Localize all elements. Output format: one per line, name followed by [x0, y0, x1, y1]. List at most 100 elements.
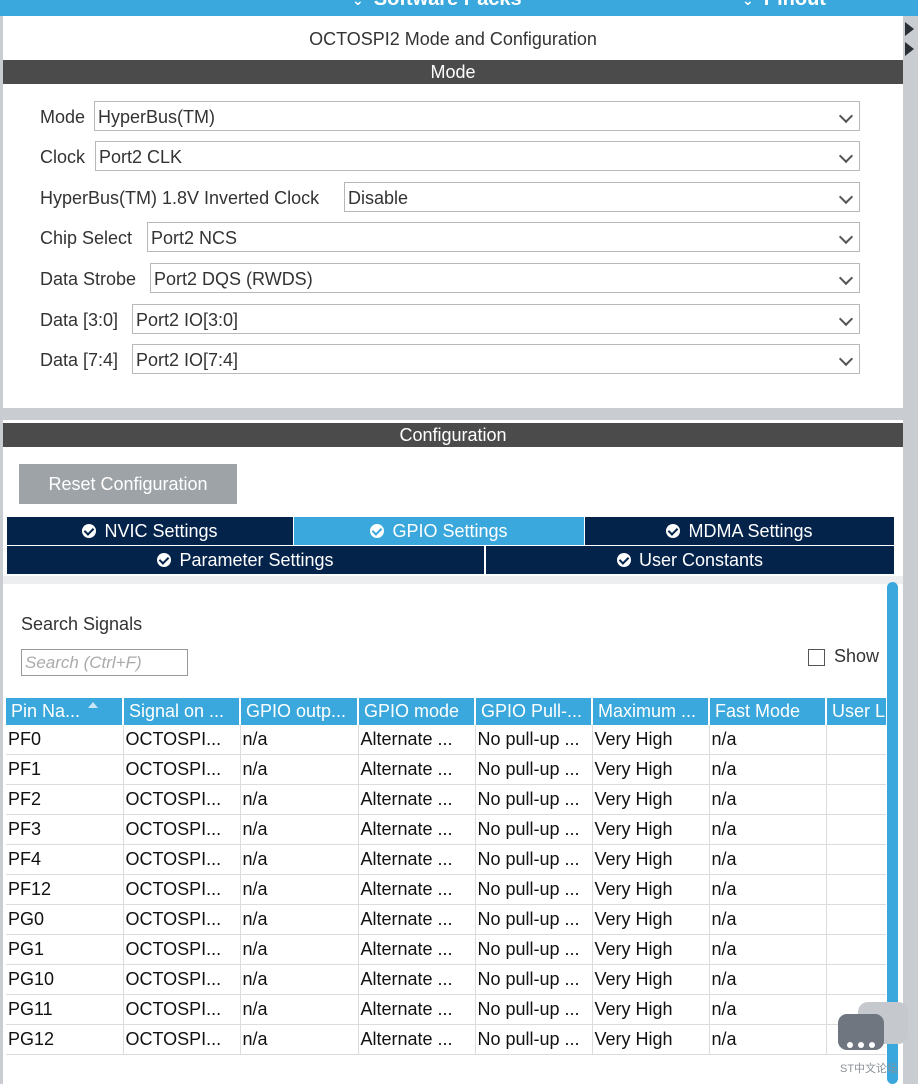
- mode-section-header: Mode: [3, 60, 903, 84]
- table-cell: OCTOSPI...: [123, 934, 241, 965]
- table-cell: n/a: [709, 844, 827, 875]
- check-circle-icon: [82, 524, 97, 538]
- inverted-clock-label: HyperBus(TM) 1.8V Inverted Clock: [40, 188, 320, 208]
- table-row[interactable]: PG11 OCTOSPI... n/a Alternate ... No pull-up…: [6, 994, 886, 1025]
- table-cell: OCTOSPI...: [123, 964, 241, 995]
- reset-configuration-button[interactable]: Reset Configuration: [19, 464, 237, 504]
- table-row[interactable]: PF12 OCTOSPI... n/a Alternate ... No pull-up…: [6, 874, 886, 905]
- table-cell: Alternate ...: [358, 994, 476, 1025]
- show-checkbox[interactable]: [808, 649, 825, 666]
- table-row[interactable]: PG1 OCTOSPI... n/a Alternate ... No pull-up …: [6, 934, 886, 965]
- table-row[interactable]: PF2 OCTOSPI... n/a Alternate ... No pull-up …: [6, 784, 886, 815]
- column-header-user-label[interactable]: User L: [826, 698, 886, 725]
- table-cell: OCTOSPI...: [123, 994, 241, 1025]
- table-cell: PF12: [6, 874, 124, 905]
- table-cell: OCTOSPI...: [123, 814, 241, 845]
- data-7-4-select[interactable]: Port2 IO[7:4]: [132, 344, 860, 374]
- table-cell: PF3: [6, 814, 124, 845]
- table-cell: Very High: [592, 874, 710, 905]
- tab-gpio-settings[interactable]: GPIO Settings: [294, 517, 584, 545]
- table-cell: PG1: [6, 934, 124, 965]
- inverted-clock-select[interactable]: Disable: [344, 182, 860, 212]
- table-row[interactable]: PF0 OCTOSPI... n/a Alternate ... No pull-up …: [6, 725, 886, 755]
- chevron-down-icon: ⌄: [352, 0, 364, 8]
- table-row[interactable]: PF1 OCTOSPI... n/a Alternate ... No pull-up …: [6, 754, 886, 785]
- table-cell: No pull-up ...: [475, 904, 593, 935]
- top-toolbar: ⌄Software Packs ⌄Pinout: [0, 0, 918, 16]
- tab-user-constants[interactable]: User Constants: [486, 546, 894, 574]
- table-cell: No pull-up ...: [475, 725, 593, 755]
- pinout-menu[interactable]: ⌄Pinout: [742, 0, 826, 11]
- table-cell: n/a: [240, 814, 359, 845]
- data-3-0-select[interactable]: Port2 IO[3:0]: [132, 304, 860, 334]
- column-header-gpio-output[interactable]: GPIO outp...: [240, 698, 359, 725]
- table-cell: [826, 964, 886, 995]
- table-cell: Alternate ...: [358, 784, 476, 815]
- table-cell: No pull-up ...: [475, 874, 593, 905]
- chevron-down-icon: [838, 229, 854, 245]
- table-cell: PG0: [6, 904, 124, 935]
- table-cell: No pull-up ...: [475, 964, 593, 995]
- table-row[interactable]: PF3 OCTOSPI... n/a Alternate ... No pull-up …: [6, 814, 886, 845]
- search-signals-label: Search Signals: [21, 614, 143, 634]
- column-header-gpio-pull[interactable]: GPIO Pull-...: [475, 698, 593, 725]
- collapse-arrow-icon[interactable]: [905, 22, 914, 36]
- tab-parameter-settings[interactable]: Parameter Settings: [7, 546, 484, 574]
- clock-select[interactable]: Port2 CLK: [95, 141, 860, 171]
- search-signals-input[interactable]: [21, 649, 188, 676]
- column-header-gpio-mode[interactable]: GPIO mode: [358, 698, 476, 725]
- column-header-fast-mode[interactable]: Fast Mode: [709, 698, 827, 725]
- table-cell: n/a: [709, 994, 827, 1025]
- table-cell: n/a: [240, 784, 359, 815]
- table-cell: n/a: [240, 994, 359, 1025]
- table-cell: Very High: [592, 1024, 710, 1055]
- chevron-down-icon: ⌄: [742, 0, 754, 8]
- forum-logo: ST中文论坛: [838, 1002, 910, 1082]
- expand-arrow-icon[interactable]: [905, 42, 914, 56]
- forum-watermark-text: ST中文论坛: [840, 1063, 899, 1075]
- table-row[interactable]: PG0 OCTOSPI... n/a Alternate ... No pull-up …: [6, 904, 886, 935]
- table-cell: [826, 874, 886, 905]
- table-cell: n/a: [240, 964, 359, 995]
- check-circle-icon: [616, 553, 631, 567]
- mode-label: Mode: [40, 107, 86, 127]
- table-cell: n/a: [709, 1024, 827, 1055]
- data-strobe-label: Data Strobe: [40, 269, 137, 289]
- table-cell: OCTOSPI...: [123, 904, 241, 935]
- chevron-down-icon: [838, 108, 854, 124]
- table-row[interactable]: PG10 OCTOSPI... n/a Alternate ... No pull-up…: [6, 964, 886, 995]
- table-cell: OCTOSPI...: [123, 754, 241, 785]
- table-header-row: Pin Na... Signal on ... GPIO outp... GPI…: [6, 698, 886, 725]
- table-cell: n/a: [240, 1024, 359, 1055]
- table-cell: OCTOSPI...: [123, 1024, 241, 1055]
- chip-select-select[interactable]: Port2 NCS: [147, 222, 860, 252]
- software-packs-menu[interactable]: ⌄Software Packs: [352, 0, 522, 11]
- table-cell: No pull-up ...: [475, 754, 593, 785]
- table-cell: No pull-up ...: [475, 814, 593, 845]
- tab-nvic-settings[interactable]: NVIC Settings: [7, 517, 293, 545]
- table-row[interactable]: PF4 OCTOSPI... n/a Alternate ... No pull-up …: [6, 844, 886, 875]
- table-cell: Very High: [592, 784, 710, 815]
- table-cell: [826, 904, 886, 935]
- data-strobe-select[interactable]: Port2 DQS (RWDS): [150, 263, 860, 293]
- mode-select[interactable]: HyperBus(TM): [94, 101, 860, 131]
- table-cell: Alternate ...: [358, 964, 476, 995]
- table-row[interactable]: PG12 OCTOSPI... n/a Alternate ... No pull-up…: [6, 1024, 886, 1055]
- table-cell: n/a: [709, 904, 827, 935]
- table-cell: n/a: [709, 874, 827, 905]
- table-cell: n/a: [709, 754, 827, 785]
- table-cell: Alternate ...: [358, 754, 476, 785]
- chat-bubble-icon: [838, 1014, 884, 1050]
- table-cell: n/a: [240, 754, 359, 785]
- table-cell: Very High: [592, 725, 710, 755]
- table-cell: Alternate ...: [358, 934, 476, 965]
- table-cell: OCTOSPI...: [123, 874, 241, 905]
- column-header-signal[interactable]: Signal on ...: [123, 698, 241, 725]
- chevron-down-icon: [838, 189, 854, 205]
- column-header-pin-name[interactable]: Pin Na...: [6, 698, 124, 725]
- tab-mdma-settings[interactable]: MDMA Settings: [585, 517, 894, 545]
- column-header-maximum[interactable]: Maximum ...: [592, 698, 710, 725]
- table-cell: Very High: [592, 754, 710, 785]
- table-cell: n/a: [709, 725, 827, 755]
- table-cell: n/a: [709, 784, 827, 815]
